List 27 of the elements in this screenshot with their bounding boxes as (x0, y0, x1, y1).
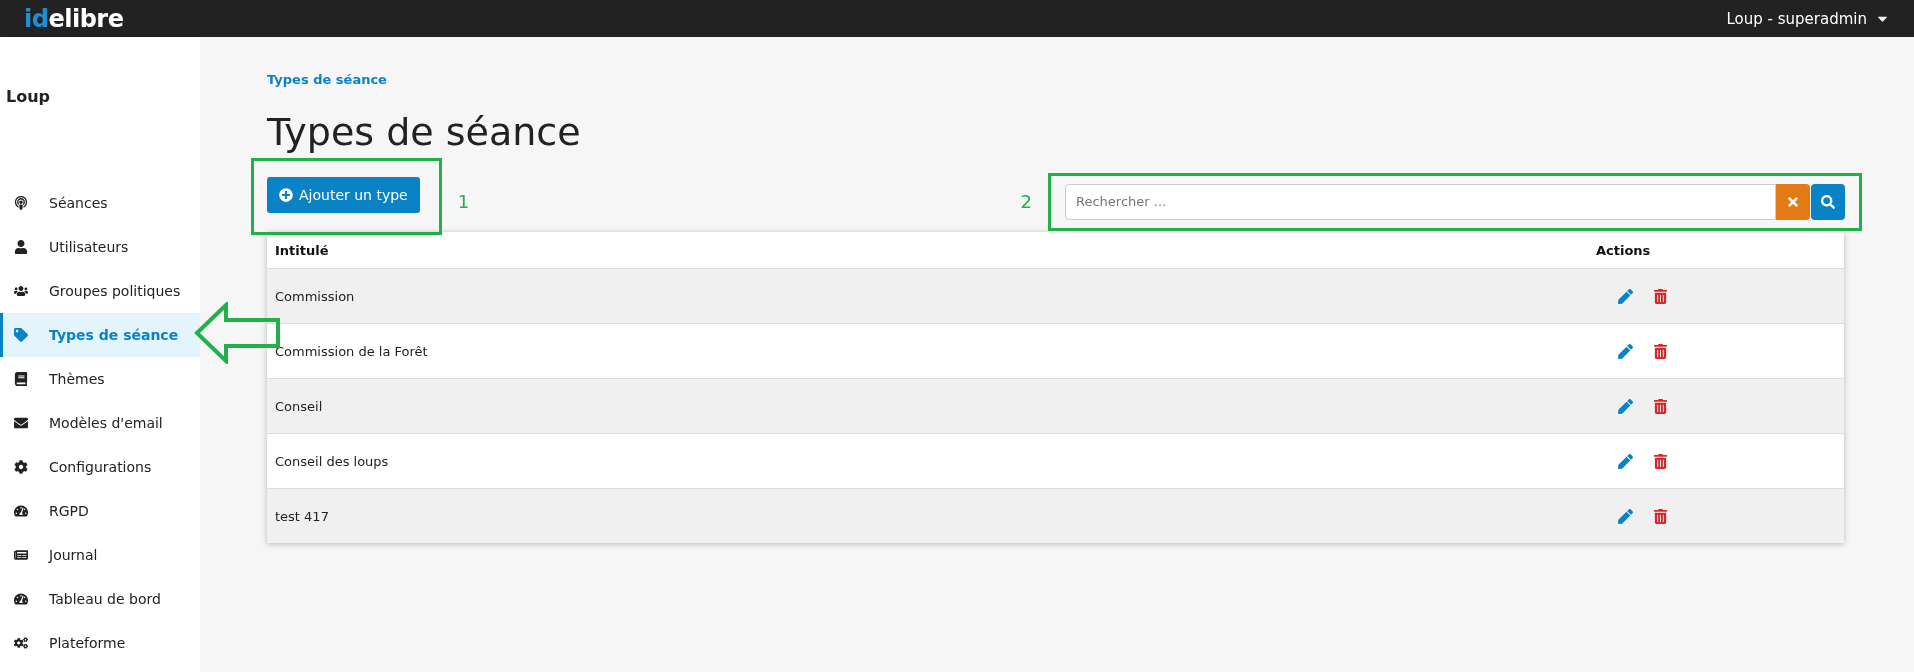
annotation-number: 2 (1020, 191, 1032, 212)
page-title: Types de séance (267, 110, 582, 154)
sidebar-item[interactable]: Configurations (0, 445, 200, 489)
sidebar-item[interactable]: Séances (0, 181, 200, 225)
app-logo[interactable]: idelibre (24, 4, 124, 33)
sidebar-item[interactable]: Utilisateurs (0, 225, 200, 269)
table-cell-text: Commission de la Forêt (274, 343, 429, 359)
sidebar-item[interactable]: Plateforme (0, 621, 200, 665)
search-field[interactable]: Rechercher ... (1065, 183, 1776, 220)
sidebar-item[interactable]: Types de séance (0, 313, 200, 357)
table-cell-text: Commission (274, 288, 356, 304)
column-header: Intitulé (274, 242, 330, 258)
sidebar-item[interactable]: Tableau de bord (0, 577, 200, 621)
table-cell-text: test 417 (274, 508, 330, 524)
column-header: Actions (1595, 242, 1652, 258)
user-menu[interactable]: Loup - superadmin (1726, 9, 1890, 28)
table-cell-text: Conseil des loups (274, 453, 390, 469)
sidebar-item[interactable]: Thèmes (0, 357, 200, 401)
annotation-number: 1 (457, 191, 470, 212)
breadcrumb-link[interactable]: Types de séance (267, 72, 387, 87)
table-cell-text: Conseil (274, 398, 324, 414)
sidebar-item[interactable]: RGPD (0, 489, 200, 533)
sidebar-item[interactable]: Modèles d'email (0, 401, 200, 445)
sidebar-item[interactable]: Groupes politiques (0, 269, 200, 313)
sidebar-item[interactable]: Journal (0, 533, 200, 577)
add-type-button[interactable]: Ajouter un type (267, 177, 420, 213)
sidebar-title: Loup (5, 86, 52, 108)
